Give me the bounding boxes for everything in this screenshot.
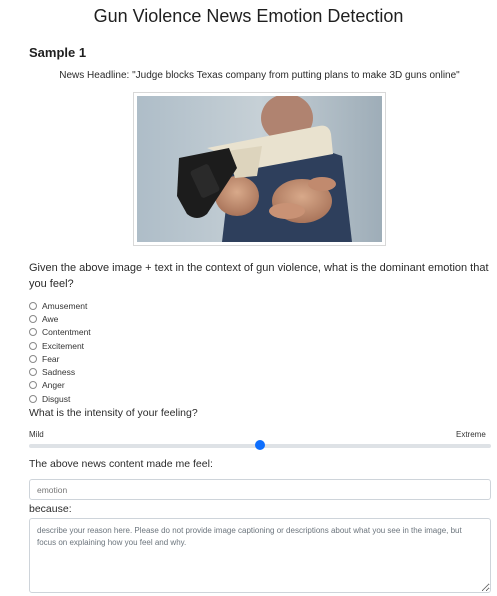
news-image — [133, 92, 386, 246]
option-contentment[interactable]: Contentment — [29, 326, 91, 339]
feel-question: The above news content made me feel: — [29, 458, 213, 470]
intensity-question: What is the intensity of your feeling? — [29, 407, 198, 419]
option-label: Sadness — [42, 367, 76, 378]
emotion-options: Amusement Awe Contentment Excitement Fea… — [29, 299, 91, 405]
option-label: Amusement — [42, 300, 88, 311]
intensity-max-label: Extreme — [456, 430, 486, 439]
radio-button[interactable] — [29, 341, 37, 350]
option-label: Excitement — [42, 340, 85, 351]
option-label: Disgust — [42, 393, 71, 404]
option-label: Awe — [42, 313, 59, 324]
radio-button[interactable] — [29, 394, 37, 403]
option-disgust[interactable]: Disgust — [29, 392, 91, 405]
page-title: Gun Violence News Emotion Detection — [93, 6, 404, 26]
emotion-input[interactable] — [29, 479, 491, 500]
intensity-slider-thumb[interactable] — [255, 440, 265, 450]
news-headline: News Headline: "Judge blocks Texas compa… — [59, 70, 460, 81]
option-label: Anger — [42, 380, 65, 391]
radio-button[interactable] — [29, 354, 37, 363]
option-excitement[interactable]: Excitement — [29, 339, 91, 352]
option-anger[interactable]: Anger — [29, 379, 91, 392]
news-photo — [137, 96, 382, 242]
intensity-min-label: Mild — [29, 430, 44, 439]
option-amusement[interactable]: Amusement — [29, 299, 91, 312]
option-label: Contentment — [42, 327, 91, 338]
radio-button[interactable] — [29, 368, 37, 377]
option-fear[interactable]: Fear — [29, 352, 91, 365]
radio-button[interactable] — [29, 328, 37, 337]
option-sadness[interactable]: Sadness — [29, 365, 91, 378]
radio-button[interactable] — [29, 381, 37, 390]
radio-button[interactable] — [29, 314, 37, 323]
radio-button[interactable] — [29, 301, 37, 310]
because-label: because: — [29, 503, 72, 515]
sample-heading: Sample 1 — [29, 45, 87, 60]
reason-textarea[interactable] — [29, 518, 491, 593]
emotion-question: Given the above image + text in the cont… — [29, 262, 489, 290]
option-awe[interactable]: Awe — [29, 312, 91, 325]
option-label: Fear — [42, 353, 60, 364]
